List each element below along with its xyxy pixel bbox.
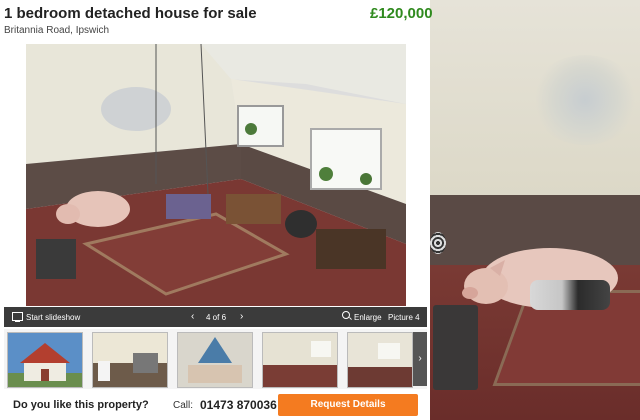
enlarge-button[interactable]: Enlarge: [354, 313, 382, 322]
chevron-right-icon[interactable]: ›: [413, 332, 427, 386]
chevron-right-icon[interactable]: ›: [240, 311, 243, 322]
thumbnail-room[interactable]: [347, 332, 413, 388]
start-slideshow-button[interactable]: Start slideshow: [26, 313, 80, 322]
request-details-button[interactable]: Request Details: [278, 394, 418, 416]
monitor-icon: [12, 312, 23, 322]
like-property-question: Do you like this property?: [13, 399, 149, 411]
magnifier-icon[interactable]: [342, 311, 350, 319]
slideshow-bar: Start slideshow ‹ 4 of 6 › Enlarge Pictu…: [4, 307, 427, 327]
picture-label: Picture 4: [388, 313, 420, 322]
zoom-wall-stain: [530, 55, 640, 145]
listing-title: 1 bedroom detached house for sale: [4, 5, 257, 22]
call-label: Call:: [173, 400, 194, 411]
thumbnail-strip: ›: [4, 329, 427, 389]
listing-price: £120,000: [370, 5, 433, 22]
thumbnail-kitchen[interactable]: [92, 332, 168, 388]
thumbnail-bedroom[interactable]: [177, 332, 253, 388]
zoom-fan-icon: [430, 232, 446, 254]
chevron-left-icon[interactable]: ‹: [191, 311, 194, 322]
photo-counter: 4 of 6: [206, 313, 227, 322]
thumbnail-exterior[interactable]: [7, 332, 83, 388]
thumbnail-living-room[interactable]: [262, 332, 338, 388]
zoom-clothes-pile: [530, 280, 610, 310]
phone-number[interactable]: 01473 870036: [200, 398, 277, 412]
main-property-photo[interactable]: [26, 44, 406, 306]
listing-address: Britannia Road, Ipswich: [4, 25, 110, 36]
